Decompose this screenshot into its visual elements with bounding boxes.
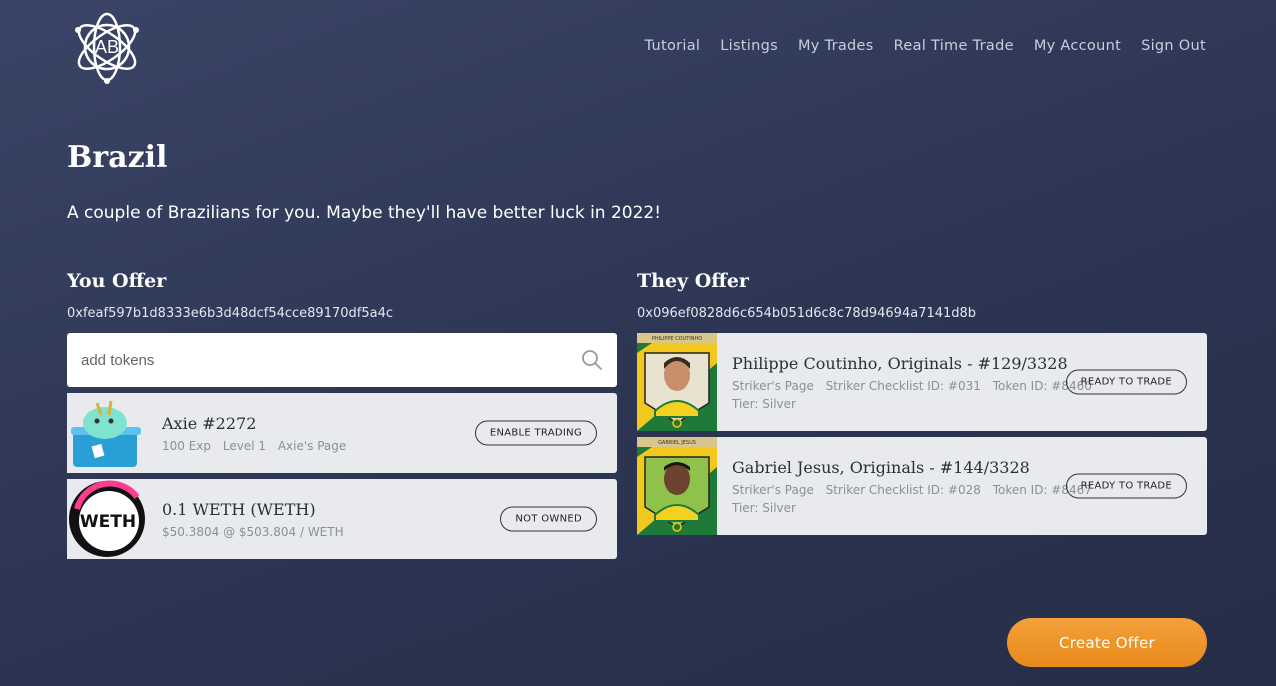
axie-thumbnail [67, 393, 147, 473]
you-offer-section: You Offer 0xfeaf597b1d8333e6b3d48dcf54cc… [67, 270, 617, 565]
nav-sign-out[interactable]: Sign Out [1141, 38, 1206, 54]
item-level: Level 1 [222, 438, 266, 453]
weth-logo-icon: WETH [67, 479, 147, 559]
page-description: A couple of Brazilians for you. Maybe th… [67, 203, 662, 223]
item-tier: Tier: Silver [732, 396, 796, 411]
item-checklist-id: Striker Checklist ID: #031 [825, 378, 981, 393]
item-page-link[interactable]: Striker's Page [732, 379, 814, 393]
svg-text:GABRIEL JESUS: GABRIEL JESUS [658, 440, 696, 446]
they-offer-address: 0x096ef0828d6c654b051d6c8c78d94694a7141d… [637, 306, 977, 321]
search-icon[interactable] [581, 349, 603, 371]
not-owned-button[interactable]: NOT OWNED [500, 506, 597, 532]
item-name: 0.1 WETH (WETH) [162, 499, 316, 519]
item-name: Gabriel Jesus, Originals - #144/3328 [732, 457, 1030, 477]
player-card-image: PHILIPPE COUTINHO [637, 333, 717, 431]
offer-item-gabriel-jesus: GABRIEL JESUS Gabriel Jesus, Originals -… [637, 437, 1207, 535]
you-offer-address: 0xfeaf597b1d8333e6b3d48dcf54cce89170df5a… [67, 306, 393, 321]
item-meta: 100 Exp Level 1 Axie's Page [162, 439, 354, 453]
logo-text: AB [95, 37, 119, 57]
item-meta: Striker's Page Striker Checklist ID: #03… [732, 379, 1100, 393]
token-search [67, 333, 617, 387]
page-title: Brazil [67, 140, 168, 175]
ready-to-trade-button[interactable]: READY TO TRADE [1065, 473, 1187, 499]
offer-item-coutinho: PHILIPPE COUTINHO Philippe Coutinho, Ori… [637, 333, 1207, 431]
they-offer-heading: They Offer [637, 270, 749, 292]
svg-text:PHILIPPE COUTINHO: PHILIPPE COUTINHO [652, 336, 702, 342]
nav-tutorial[interactable]: Tutorial [645, 38, 701, 54]
item-price: $50.3804 @ $503.804 / WETH [162, 524, 344, 539]
nav-listings[interactable]: Listings [720, 38, 778, 54]
item-name: Philippe Coutinho, Originals - #129/3328 [732, 353, 1068, 373]
svg-text:WETH: WETH [80, 512, 136, 532]
offer-item-weth: WETH 0.1 WETH (WETH) $50.3804 @ $503.804… [67, 479, 617, 559]
nav-my-trades[interactable]: My Trades [798, 38, 874, 54]
top-nav: Tutorial Listings My Trades Real Time Tr… [645, 38, 1206, 54]
item-exp: 100 Exp [162, 438, 212, 453]
logo[interactable]: AB [70, 10, 144, 84]
player-card-image: GABRIEL JESUS [637, 437, 717, 535]
item-name: Axie #2272 [162, 413, 257, 433]
item-page-link[interactable]: Axie's Page [278, 439, 346, 453]
nav-my-account[interactable]: My Account [1034, 38, 1121, 54]
you-offer-heading: You Offer [67, 270, 167, 292]
ready-to-trade-button[interactable]: READY TO TRADE [1065, 369, 1187, 395]
nav-real-time-trade[interactable]: Real Time Trade [894, 38, 1014, 54]
item-meta: Striker's Page Striker Checklist ID: #02… [732, 483, 1100, 497]
create-offer-button[interactable]: Create Offer [1007, 618, 1207, 667]
item-page-link[interactable]: Striker's Page [732, 483, 814, 497]
they-offer-section: They Offer 0x096ef0828d6c654b051d6c8c78d… [637, 270, 1207, 541]
enable-trading-button[interactable]: ENABLE TRADING [474, 420, 597, 446]
offer-item-axie: Axie #2272 100 Exp Level 1 Axie's Page E… [67, 393, 617, 473]
item-tier: Tier: Silver [732, 500, 796, 515]
add-tokens-input[interactable] [81, 351, 581, 369]
atom-logo-icon: AB [75, 12, 139, 84]
item-checklist-id: Striker Checklist ID: #028 [825, 482, 981, 497]
